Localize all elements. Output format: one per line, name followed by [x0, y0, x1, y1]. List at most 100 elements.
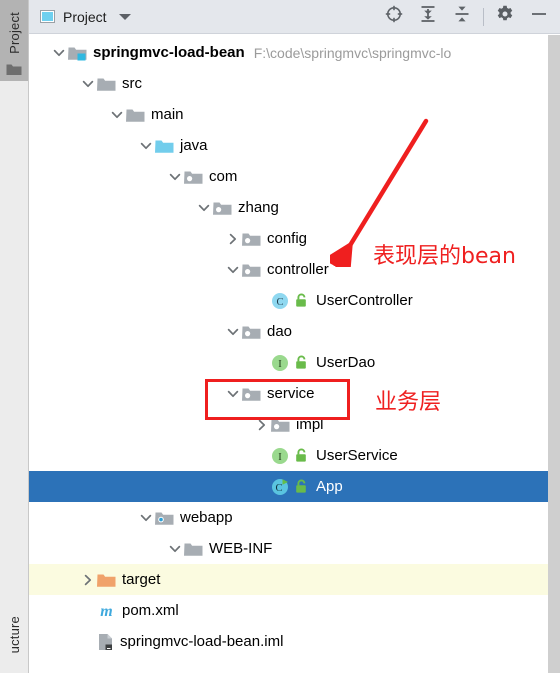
- toolbar-divider: [483, 7, 484, 26]
- tree-row-label: main: [151, 106, 184, 123]
- svg-text:m: m: [100, 603, 112, 619]
- chevron-down-icon[interactable]: [50, 37, 68, 68]
- tree-row-label: zhang: [238, 199, 279, 216]
- tree-row-label: App: [316, 478, 343, 495]
- svg-text:C: C: [276, 297, 283, 308]
- tree-row-main[interactable]: main: [28, 99, 548, 130]
- twisty-placeholder: [79, 595, 97, 626]
- tree-row-label: springmvc-load-bean.iml: [120, 633, 284, 650]
- folder-icon: [97, 76, 116, 92]
- page-title: Project: [63, 8, 107, 25]
- folder-icon: [184, 541, 203, 557]
- collapse-all-icon: [452, 4, 472, 29]
- twisty-placeholder: [253, 285, 271, 316]
- collapse-all-button[interactable]: [445, 2, 479, 32]
- chevron-down-icon[interactable]: [195, 192, 213, 223]
- tree-row-label: target: [122, 571, 161, 588]
- annotation-business-layer: 业务层: [375, 390, 442, 415]
- tree-row-label: webapp: [180, 509, 233, 526]
- spring-bean-icon: [294, 355, 309, 370]
- tree-row-java[interactable]: java: [28, 130, 548, 161]
- tree-row-pom.xml[interactable]: m pom.xml: [28, 595, 548, 626]
- twisty-placeholder: [79, 626, 97, 657]
- tree-row-src[interactable]: src: [28, 68, 548, 99]
- minimize-button[interactable]: [522, 2, 556, 32]
- tree-row-UserDao[interactable]: I UserDao: [28, 347, 548, 378]
- chevron-down-icon[interactable]: [137, 502, 155, 533]
- tree-row-label: UserService: [316, 447, 398, 464]
- spring-bean-icon: [294, 479, 309, 494]
- tree-row-label: java: [180, 137, 208, 154]
- iml-file-icon: [97, 633, 114, 651]
- java-interface-icon: I: [271, 447, 289, 465]
- chevron-down-icon[interactable]: [79, 68, 97, 99]
- tree-row-label: src: [122, 75, 142, 92]
- tree-row-label: dao: [267, 323, 293, 340]
- tree-row-label: pom.xml: [122, 602, 179, 619]
- maven-file-icon: m: [97, 602, 116, 619]
- chevron-down-icon[interactable]: [224, 316, 242, 347]
- red-rectangle-annotation: [205, 379, 350, 420]
- package-folder-icon: [242, 231, 261, 247]
- svg-text:C: C: [275, 483, 282, 494]
- tree-row-springmvc-load-bean[interactable]: springmvc-load-bean F:\code\springmvc\spr…: [28, 37, 548, 68]
- chevron-down-icon[interactable]: [166, 161, 184, 192]
- package-folder-icon: [184, 169, 203, 185]
- sidebar-tab-structure-label: ucture: [6, 616, 22, 654]
- source-folder-icon: [155, 138, 174, 154]
- package-folder-icon: [242, 262, 261, 278]
- tree-row-dao[interactable]: dao: [28, 316, 548, 347]
- java-runnable-class-icon: C: [271, 478, 289, 496]
- folder-icon: [126, 107, 145, 123]
- expand-all-button[interactable]: [411, 2, 445, 32]
- package-folder-icon: [213, 200, 232, 216]
- scroll-from-source-button[interactable]: [377, 2, 411, 32]
- tree-row-com[interactable]: com: [28, 161, 548, 192]
- tree-row-zhang[interactable]: zhang: [28, 192, 548, 223]
- chevron-down-icon[interactable]: [224, 254, 242, 285]
- chevron-down-icon[interactable]: [108, 99, 126, 130]
- java-interface-icon: I: [271, 354, 289, 372]
- twisty-placeholder: [253, 471, 271, 502]
- crosshair-target-icon: [384, 4, 404, 29]
- tree-row-label: config: [267, 230, 308, 247]
- gear-icon: [495, 4, 515, 29]
- project-tree[interactable]: springmvc-load-bean F:\code\springmvc\spr…: [28, 35, 548, 673]
- project-toolbar: Project: [28, 0, 560, 34]
- sidebar-tab-structure[interactable]: ucture: [0, 600, 28, 670]
- tree-row-App[interactable]: C App: [28, 471, 548, 502]
- toolbar-left-group: Project: [28, 9, 131, 25]
- tree-row-label: controller: [267, 261, 329, 278]
- java-class-icon: C: [271, 292, 289, 310]
- tree-row-springmvc-load-bean.iml[interactable]: springmvc-load-bean.iml: [28, 626, 548, 657]
- toolbar-right-group: [377, 2, 560, 32]
- tree-row-label: springmvc-load-bean: [93, 44, 245, 61]
- chevron-down-icon[interactable]: [166, 533, 184, 564]
- chevron-down-icon[interactable]: [118, 13, 131, 20]
- tree-row-WEB-INF[interactable]: WEB-INF: [28, 533, 548, 564]
- sidebar-tab-project[interactable]: Project: [0, 4, 28, 62]
- chevron-right-icon[interactable]: [79, 564, 97, 595]
- web-resource-folder-icon: [155, 510, 174, 526]
- vertical-scrollbar[interactable]: [548, 35, 560, 673]
- annotation-presentation-layer: 表现层的bean: [373, 244, 516, 269]
- tool-window-tab-strip: Project ucture: [0, 0, 29, 673]
- chevron-down-icon[interactable]: [137, 130, 155, 161]
- project-view-icon: [40, 10, 55, 23]
- tree-row-label: UserDao: [316, 354, 376, 371]
- settings-button[interactable]: [488, 2, 522, 32]
- tree-row-label: WEB-INF: [209, 540, 273, 557]
- project-tool-window: Project ucture Project springmvc-load-be…: [0, 0, 560, 673]
- tree-row-UserController[interactable]: C UserController: [28, 285, 548, 316]
- tree-row-UserService[interactable]: I UserService: [28, 440, 548, 471]
- chevron-right-icon[interactable]: [224, 223, 242, 254]
- twisty-placeholder: [253, 440, 271, 471]
- expand-all-icon: [418, 4, 438, 29]
- spring-bean-icon: [294, 293, 309, 308]
- tree-row-target[interactable]: target: [28, 564, 548, 595]
- folder-icon: [6, 63, 22, 76]
- minimize-icon: [529, 4, 549, 29]
- spring-bean-icon: [294, 448, 309, 463]
- tree-row-webapp[interactable]: webapp: [28, 502, 548, 533]
- tree-row-label: UserController: [316, 292, 413, 309]
